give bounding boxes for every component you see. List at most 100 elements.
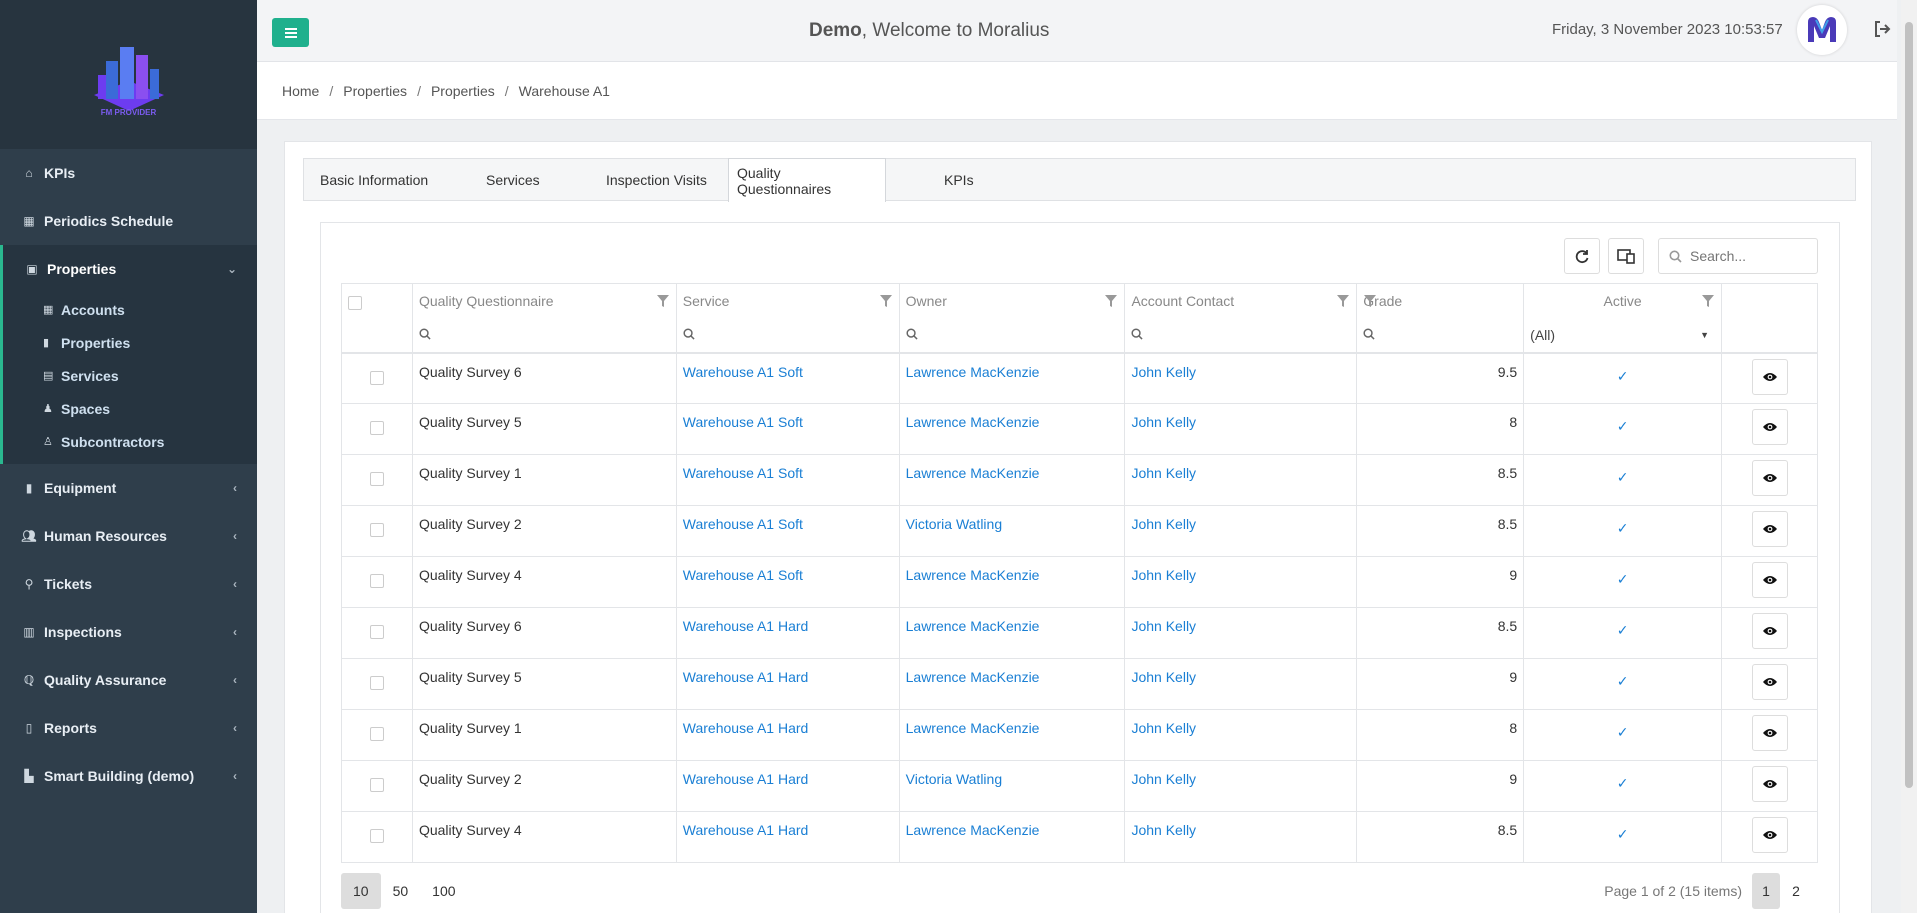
table-row[interactable]: Quality Survey 4 Warehouse A1 Hard Lawrenc… [341, 811, 1818, 863]
sidebar-item-properties-list[interactable]: ▮ Properties [3, 326, 257, 359]
account-contact-link[interactable]: John Kelly [1124, 556, 1358, 608]
filter-icon[interactable] [1336, 294, 1350, 308]
filter-icon[interactable] [656, 294, 670, 308]
sidebar-item-kpis[interactable]: ⌂ KPIs [0, 149, 257, 197]
filter-icon[interactable] [1363, 294, 1377, 308]
row-checkbox[interactable] [369, 727, 384, 741]
breadcrumb-home[interactable]: Home [282, 83, 319, 99]
table-row[interactable]: Quality Survey 6 Warehouse A1 Hard Lawrenc… [341, 607, 1818, 659]
service-link[interactable]: Warehouse A1 Hard [675, 607, 900, 659]
column-header-questionnaire[interactable]: Quality Questionnaire [411, 283, 677, 319]
row-checkbox[interactable] [369, 523, 384, 537]
account-contact-link[interactable]: John Kelly [1124, 403, 1358, 455]
search-field[interactable] [1658, 238, 1818, 274]
sidebar-item-reports[interactable]: ▯ Reports ‹ [0, 704, 257, 752]
column-header-service[interactable]: Service [675, 283, 900, 319]
refresh-button[interactable] [1564, 238, 1600, 274]
sidebar-item-services[interactable]: ▤ Services [3, 359, 257, 392]
active-filter-select[interactable]: (All) ▼ [1530, 327, 1715, 343]
row-checkbox[interactable] [369, 370, 384, 385]
search-input[interactable] [1690, 248, 1800, 264]
sidebar-item-human-resources[interactable]: 👥︎ Human Resources ‹ [0, 512, 257, 560]
owner-link[interactable]: Lawrence MacKenzie [898, 556, 1126, 608]
filter-cell-questionnaire[interactable] [411, 318, 677, 354]
menu-toggle-button[interactable] [272, 18, 309, 47]
account-contact-link[interactable]: John Kelly [1124, 811, 1358, 863]
filter-cell-active[interactable]: (All) ▼ [1523, 318, 1722, 354]
row-checkbox[interactable] [369, 421, 384, 435]
breadcrumb-properties[interactable]: Properties [343, 83, 407, 99]
owner-link[interactable]: Lawrence MacKenzie [898, 454, 1126, 506]
column-header-active[interactable]: Active [1523, 283, 1722, 319]
filter-icon[interactable] [1701, 294, 1715, 308]
sidebar-item-smart-building[interactable]: ▙ Smart Building (demo) ‹ [0, 752, 257, 800]
owner-link[interactable]: Victoria Watling [898, 505, 1126, 557]
filter-cell-owner[interactable] [898, 318, 1126, 354]
column-header-grade[interactable]: Grade [1356, 283, 1525, 319]
table-row[interactable]: Quality Survey 1 Warehouse A1 Hard Lawrenc… [341, 709, 1818, 761]
account-contact-link[interactable]: John Kelly [1124, 709, 1358, 761]
filter-cell-grade[interactable] [1356, 318, 1525, 354]
scrollbar-thumb[interactable] [1905, 22, 1913, 788]
table-row[interactable]: Quality Survey 2 Warehouse A1 Soft Victori… [341, 505, 1818, 557]
account-contact-link[interactable]: John Kelly [1124, 658, 1358, 710]
account-contact-link[interactable]: John Kelly [1124, 454, 1358, 506]
page-size-50[interactable]: 50 [381, 873, 421, 909]
service-link[interactable]: Warehouse A1 Hard [675, 811, 900, 863]
avatar[interactable] [1797, 5, 1847, 55]
row-checkbox[interactable] [369, 778, 384, 792]
service-link[interactable]: Warehouse A1 Soft [675, 556, 900, 608]
service-link[interactable]: Warehouse A1 Hard [675, 658, 900, 710]
account-contact-link[interactable]: John Kelly [1124, 505, 1358, 557]
service-link[interactable]: Warehouse A1 Hard [675, 709, 900, 761]
filter-cell-account-contact[interactable] [1124, 318, 1358, 354]
page-size-10[interactable]: 10 [341, 873, 381, 909]
row-checkbox[interactable] [369, 574, 384, 588]
owner-link[interactable]: Lawrence MacKenzie [898, 658, 1126, 710]
table-row[interactable]: Quality Survey 4 Warehouse A1 Soft Lawrenc… [341, 556, 1818, 608]
view-button[interactable] [1751, 664, 1788, 700]
sidebar-item-quality-assurance[interactable]: ℚ Quality Assurance ‹ [0, 656, 257, 704]
table-row[interactable]: Quality Survey 1 Warehouse A1 Soft Lawrenc… [341, 454, 1818, 506]
service-link[interactable]: Warehouse A1 Soft [675, 352, 900, 404]
page-size-100[interactable]: 100 [420, 873, 467, 909]
table-row[interactable]: Quality Survey 5 Warehouse A1 Soft Lawrenc… [341, 403, 1818, 455]
view-button[interactable] [1751, 613, 1788, 649]
tab-inspection-visits[interactable]: Inspection Visits [568, 159, 728, 201]
tab-quality-questionnaires[interactable]: Quality Questionnaires [728, 158, 886, 202]
owner-link[interactable]: Lawrence MacKenzie [898, 811, 1126, 863]
sidebar-item-tickets[interactable]: ⚲ Tickets ‹ [0, 560, 257, 608]
sidebar-item-properties[interactable]: ▣ Properties ⌄ [0, 245, 257, 293]
sidebar-item-periodics-schedule[interactable]: ▦ Periodics Schedule [0, 197, 257, 245]
view-button[interactable] [1751, 562, 1788, 598]
row-checkbox[interactable] [369, 625, 384, 639]
breadcrumb-properties-list[interactable]: Properties [431, 83, 495, 99]
tab-services[interactable]: Services [452, 159, 568, 201]
account-contact-link[interactable]: John Kelly [1124, 352, 1358, 404]
view-button[interactable] [1751, 358, 1788, 395]
table-row[interactable]: Quality Survey 2 Warehouse A1 Hard Victori… [341, 760, 1818, 812]
page-2-button[interactable]: 2 [1782, 873, 1810, 909]
service-link[interactable]: Warehouse A1 Soft [675, 403, 900, 455]
view-button[interactable] [1751, 511, 1788, 547]
owner-link[interactable]: Lawrence MacKenzie [898, 352, 1126, 404]
account-contact-link[interactable]: John Kelly [1124, 760, 1358, 812]
filter-icon[interactable] [1104, 294, 1118, 308]
tab-kpis[interactable]: KPIs [886, 159, 986, 201]
service-link[interactable]: Warehouse A1 Soft [675, 454, 900, 506]
view-button[interactable] [1751, 715, 1788, 751]
view-button[interactable] [1751, 460, 1788, 496]
owner-link[interactable]: Lawrence MacKenzie [898, 709, 1126, 761]
sidebar-item-equipment[interactable]: ▮ Equipment ‹ [0, 464, 257, 512]
row-checkbox[interactable] [369, 829, 384, 843]
filter-cell-service[interactable] [675, 318, 900, 354]
column-chooser-button[interactable] [1608, 238, 1644, 274]
account-contact-link[interactable]: John Kelly [1124, 607, 1358, 659]
owner-link[interactable]: Lawrence MacKenzie [898, 607, 1126, 659]
table-row[interactable]: Quality Survey 6 Warehouse A1 Soft Lawrenc… [341, 352, 1818, 404]
page-scrollbar[interactable] [1901, 0, 1917, 913]
tab-basic-information[interactable]: Basic Information [304, 159, 452, 201]
page-1-button[interactable]: 1 [1752, 873, 1780, 909]
row-checkbox[interactable] [369, 472, 384, 486]
sidebar-item-spaces[interactable]: ♟ Spaces [3, 392, 257, 425]
